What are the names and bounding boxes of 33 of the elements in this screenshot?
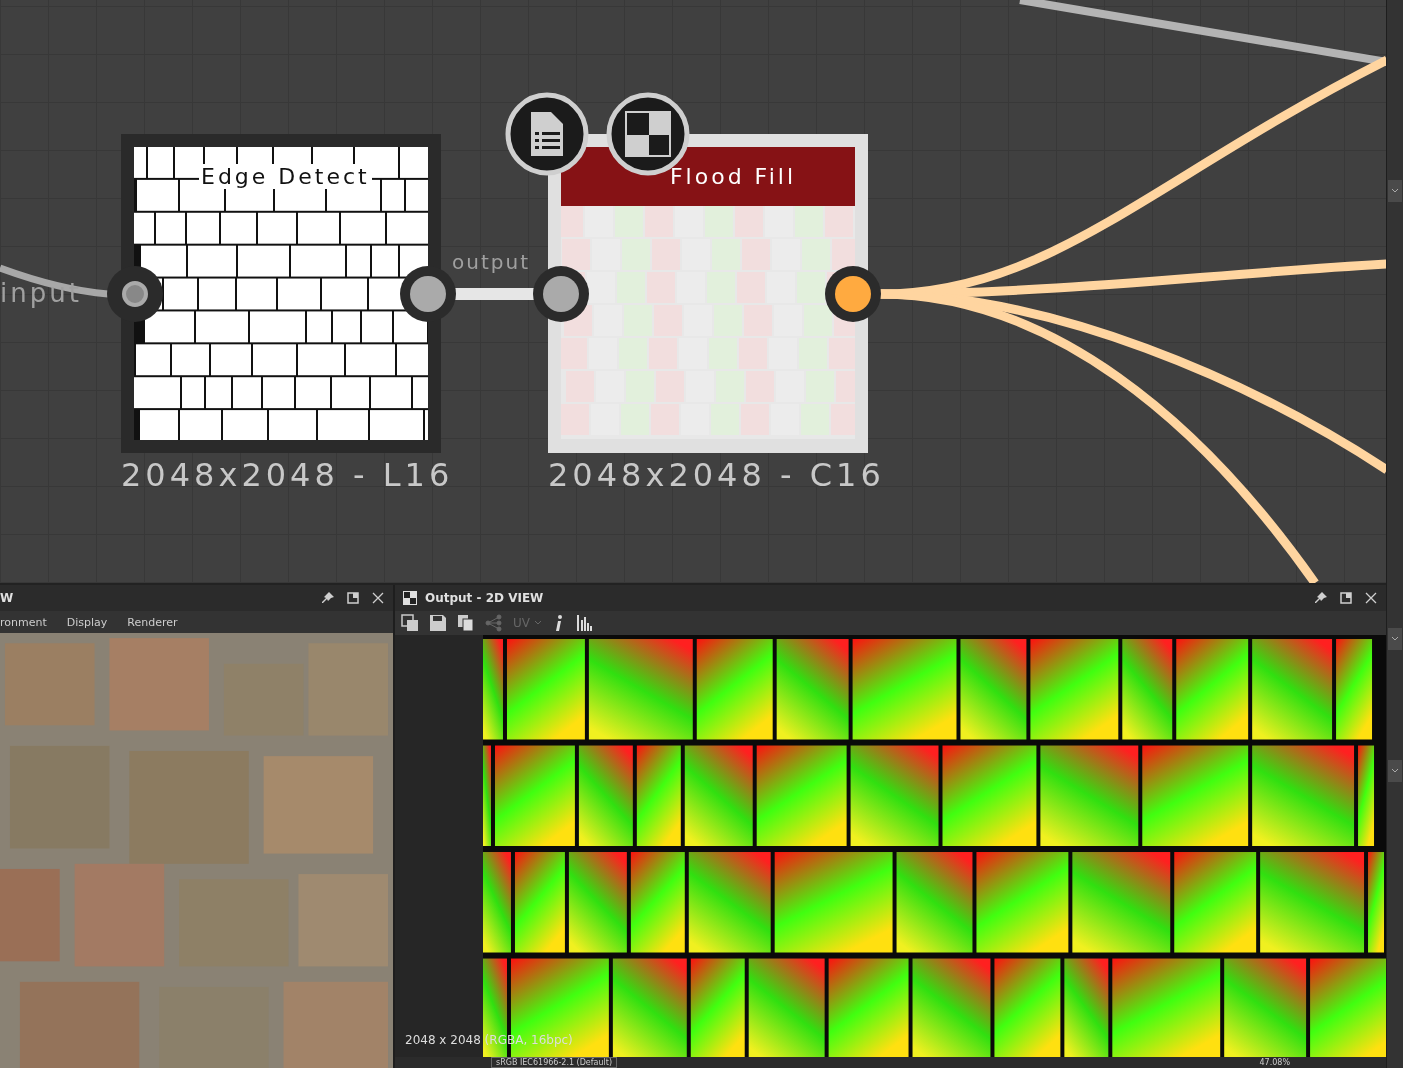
graph-node[interactable]: Flood Fill bbox=[548, 134, 868, 453]
float-icon[interactable] bbox=[346, 591, 360, 605]
pin-icon[interactable] bbox=[1314, 591, 1328, 605]
caret-icon bbox=[534, 620, 542, 626]
caret-icon bbox=[1391, 768, 1399, 774]
copy-icon[interactable] bbox=[457, 614, 475, 632]
caret-icon bbox=[1391, 636, 1399, 642]
share-icon bbox=[485, 614, 503, 632]
zoom-level: 47.08% bbox=[1259, 1058, 1290, 1067]
graph-node[interactable]: Edge Detect bbox=[121, 134, 441, 453]
port-label: input bbox=[0, 278, 82, 308]
close-icon[interactable] bbox=[1364, 591, 1378, 605]
node-title: Flood Fill bbox=[669, 164, 796, 189]
node-resolution: 2048x2048 - L16 bbox=[121, 456, 451, 494]
node-resolution: 2048x2048 - C16 bbox=[548, 456, 878, 494]
histogram-icon[interactable] bbox=[576, 614, 594, 632]
input-port[interactable] bbox=[533, 266, 589, 322]
menu-tab[interactable]: Renderer bbox=[127, 615, 178, 629]
menu-tab[interactable]: ronment bbox=[0, 615, 47, 629]
node-title: Edge Detect bbox=[199, 164, 372, 189]
checker-icon bbox=[403, 591, 417, 605]
menu-tab[interactable]: Display bbox=[66, 615, 108, 629]
port-label: output bbox=[452, 250, 530, 274]
panel-title: Output - 2D VIEW bbox=[425, 591, 544, 605]
float-icon[interactable] bbox=[1339, 591, 1353, 605]
document-list-icon[interactable] bbox=[505, 92, 589, 176]
save-icon[interactable] bbox=[429, 614, 447, 632]
close-icon[interactable] bbox=[371, 591, 385, 605]
copy-window-icon[interactable] bbox=[401, 614, 419, 632]
pin-icon[interactable] bbox=[321, 591, 335, 605]
caret-icon bbox=[1391, 188, 1399, 194]
color-profile-dropdown[interactable]: sRGB IEC61966-2.1 (Default) bbox=[491, 1057, 618, 1068]
panel-title: W bbox=[0, 591, 14, 605]
